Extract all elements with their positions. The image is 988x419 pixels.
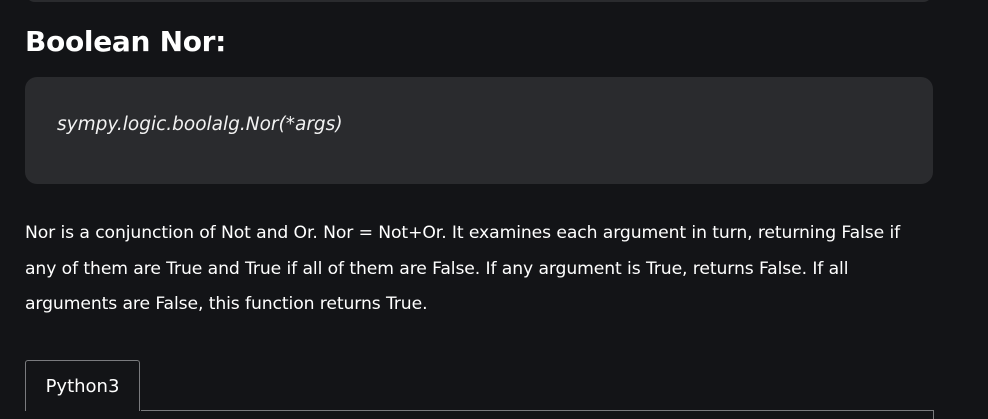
description-paragraph: Nor is a conjunction of Not and Or. Nor … [25, 223, 901, 314]
signature-code-block: sympy.logic.boolalg.Nor(*args) [25, 77, 933, 184]
code-panel-edge [933, 410, 934, 419]
section-heading: Boolean Nor: [25, 25, 227, 58]
tab-python3[interactable]: Python3 [25, 360, 140, 411]
code-tab-bar: Python3 [25, 360, 934, 419]
previous-code-block [25, 0, 933, 2]
tab-divider [141, 410, 934, 411]
signature-text: sympy.logic.boolalg.Nor(*args) [57, 114, 343, 135]
article-page: Boolean Nor: sympy.logic.boolalg.Nor(*ar… [0, 0, 988, 419]
